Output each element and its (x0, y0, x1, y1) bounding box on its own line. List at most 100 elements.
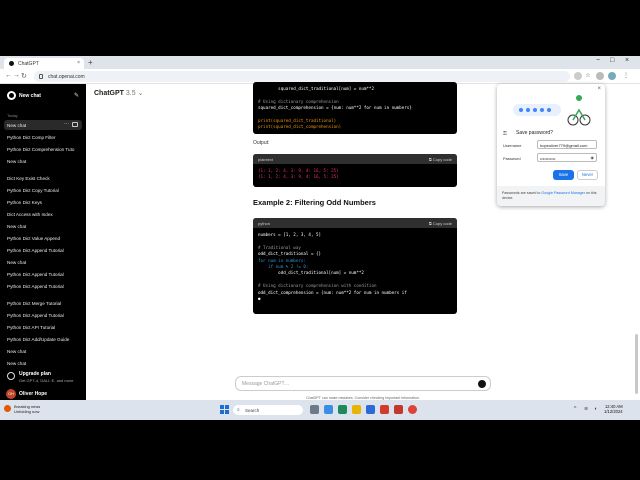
new-chat-button[interactable]: New chat ✎ (4, 89, 82, 103)
save-button[interactable]: Save (553, 170, 574, 180)
password-value: ••••••••••• (540, 156, 556, 161)
sidebar-item[interactable]: Python Dict Append Tutorial (4, 245, 82, 255)
code-body: numbers = [1, 2, 3, 4, 5] # Traditional … (253, 228, 457, 306)
window-close-button[interactable]: × (625, 57, 629, 64)
extension-icon[interactable] (596, 72, 604, 80)
minimize-button[interactable]: − (596, 57, 600, 64)
sidebar-item[interactable]: Python Dict Comp Filter (4, 132, 82, 142)
sidebar-item[interactable]: New chat (4, 156, 82, 166)
sidebar-item[interactable]: New chat (4, 257, 82, 267)
code-line: odd_dict_traditional[num] = num**2 (258, 270, 364, 276)
taskbar-search[interactable]: ⌕ Search (233, 405, 303, 415)
tray-chevron-icon[interactable]: ^ (574, 406, 576, 412)
chrome-icon[interactable] (408, 405, 417, 414)
code-header: plaintext ⧉ Copy code (253, 154, 457, 164)
start-windows-icon[interactable] (220, 405, 229, 414)
password-key-icon[interactable] (574, 72, 582, 80)
news-widget[interactable]: Breaking news Unfolding now (4, 404, 40, 414)
username-value: hopeoliver779@gmail.com (540, 143, 588, 148)
task-view-icon[interactable] (310, 405, 319, 414)
code-line: {1: 1, 2: 4, 3: 9, 4: 16, 5: 25} (258, 168, 339, 173)
sidebar-item-label: Dict Key Exist Check (7, 175, 50, 181)
scrollbar[interactable] (635, 334, 638, 394)
sidebar-item[interactable]: New chat (4, 221, 82, 231)
sidebar-item[interactable]: Python Dict Value Append (4, 233, 82, 243)
volume-icon[interactable]: ◖ (594, 406, 597, 412)
widgets-icon[interactable] (324, 405, 333, 414)
sidebar-item-label: Python Dict Keys (7, 199, 42, 205)
address-bar[interactable]: chat.openai.com (34, 71, 570, 82)
output-code-block: plaintext ⧉ Copy code {1: 1, 2: 4, 3: 9,… (253, 154, 457, 187)
close-icon[interactable]: × (597, 86, 601, 92)
sidebar-item[interactable]: Python Dict Copy Tutorial (4, 185, 82, 195)
sidebar-item[interactable]: Python Dict Add/Update Guide (4, 334, 82, 344)
back-button[interactable]: ← (5, 72, 12, 79)
reload-button[interactable]: ↻ (21, 72, 27, 80)
sidebar-item[interactable]: Python Dict Append Tutorial (4, 281, 82, 291)
chatgpt-favicon-icon (9, 61, 14, 66)
code-line: squared_dict_traditional[num] = num**2 (258, 86, 374, 91)
openai-logo-icon (7, 91, 16, 100)
sidebar-item[interactable]: Python Dict Comprehension Tuto (4, 144, 82, 154)
file-explorer-icon[interactable] (352, 405, 361, 414)
archive-icon[interactable] (72, 122, 78, 127)
browser-tab[interactable]: ChatGPT × (4, 58, 84, 69)
username-field[interactable]: hopeoliver779@gmail.com (537, 140, 597, 149)
sidebar-item[interactable]: Python Dict Append Tutorial (4, 269, 82, 279)
forward-button[interactable]: → (13, 72, 20, 79)
edit-icon[interactable]: ✎ (74, 92, 79, 99)
copy-code-button[interactable]: ⧉ Copy code (429, 157, 452, 162)
sidebar-item-label: Dict Access with Index (7, 211, 53, 217)
wifi-icon[interactable]: ≋ (584, 406, 588, 412)
sidebar-item-label: New chat (7, 223, 27, 229)
sidebar-item[interactable]: Dict Access with Index (4, 209, 82, 219)
copy-code-label: Copy code (432, 157, 452, 162)
store-icon[interactable] (366, 405, 375, 414)
dialog-title: Save password? (516, 130, 553, 136)
sidebar-item[interactable]: Python Dict Merge Tutorial (4, 298, 82, 308)
taskbar-clock[interactable]: 12:40 AM 1/12/2024 (604, 404, 623, 414)
clock-date: 1/12/2024 (604, 409, 623, 414)
maximize-button[interactable]: □ (610, 57, 614, 64)
sidebar-item-label: Python Dict Copy Tutorial (7, 187, 59, 193)
profile-avatar[interactable] (608, 72, 616, 80)
user-avatar: OH (6, 389, 16, 399)
password-illustration (513, 95, 591, 126)
upgrade-subtitle: Get GPT-4, DALL·E, and more (19, 378, 74, 383)
model-selector[interactable]: ChatGPT 3.5 ⌄ (94, 89, 143, 97)
code-block: python ⧉ Copy code numbers = [1, 2, 3, 4… (253, 218, 457, 314)
sidebar-item[interactable]: Python Dict API Tutorial (4, 322, 82, 332)
menu-dots-icon[interactable]: ⋮ (622, 72, 630, 80)
search-label: Search (245, 407, 260, 413)
office-icon[interactable] (380, 405, 389, 414)
news-icon (4, 405, 11, 412)
tab-close-icon[interactable]: × (77, 60, 80, 66)
message-input[interactable]: Message ChatGPT… (235, 376, 491, 391)
edge-icon[interactable] (338, 405, 347, 414)
password-manager-link[interactable]: Google Password Manager (541, 191, 585, 195)
star-icon[interactable]: ☆ (584, 72, 592, 80)
sidebar-item[interactable]: New chat ··· (4, 120, 82, 130)
sidebar-item[interactable]: New chat (4, 346, 82, 356)
sidebar-item-label: New chat (7, 158, 27, 164)
password-field[interactable]: ••••••••••• ◉ (537, 153, 597, 162)
copy-code-button[interactable]: ⧉ Copy code (429, 221, 452, 226)
typing-cursor: ● (258, 296, 261, 302)
eye-icon[interactable]: ◉ (591, 155, 595, 160)
app-icon[interactable] (394, 405, 403, 414)
sidebar-item[interactable]: Python Dict Keys (4, 197, 82, 207)
chevron-down-icon: ⌄ (137, 90, 144, 97)
news-subtitle: Unfolding now (14, 409, 40, 414)
sidebar-item[interactable]: Python Dict Append Tutorial (4, 310, 82, 320)
username-label: Username (503, 143, 522, 148)
sidebar-item-label: New chat (7, 348, 27, 354)
sidebar-item[interactable]: Dict Key Exist Check (4, 173, 82, 183)
never-button[interactable]: Never (577, 170, 598, 180)
more-options-icon[interactable]: ··· (64, 121, 69, 127)
password-label: Password (503, 156, 521, 161)
user-name: Oliver Hope (19, 391, 48, 397)
code-line: print(squared_dict_comprehension) (258, 124, 342, 130)
sidebar-item[interactable]: New chat (4, 358, 82, 368)
stop-generating-button[interactable] (478, 380, 486, 388)
new-tab-button[interactable]: + (88, 58, 93, 67)
